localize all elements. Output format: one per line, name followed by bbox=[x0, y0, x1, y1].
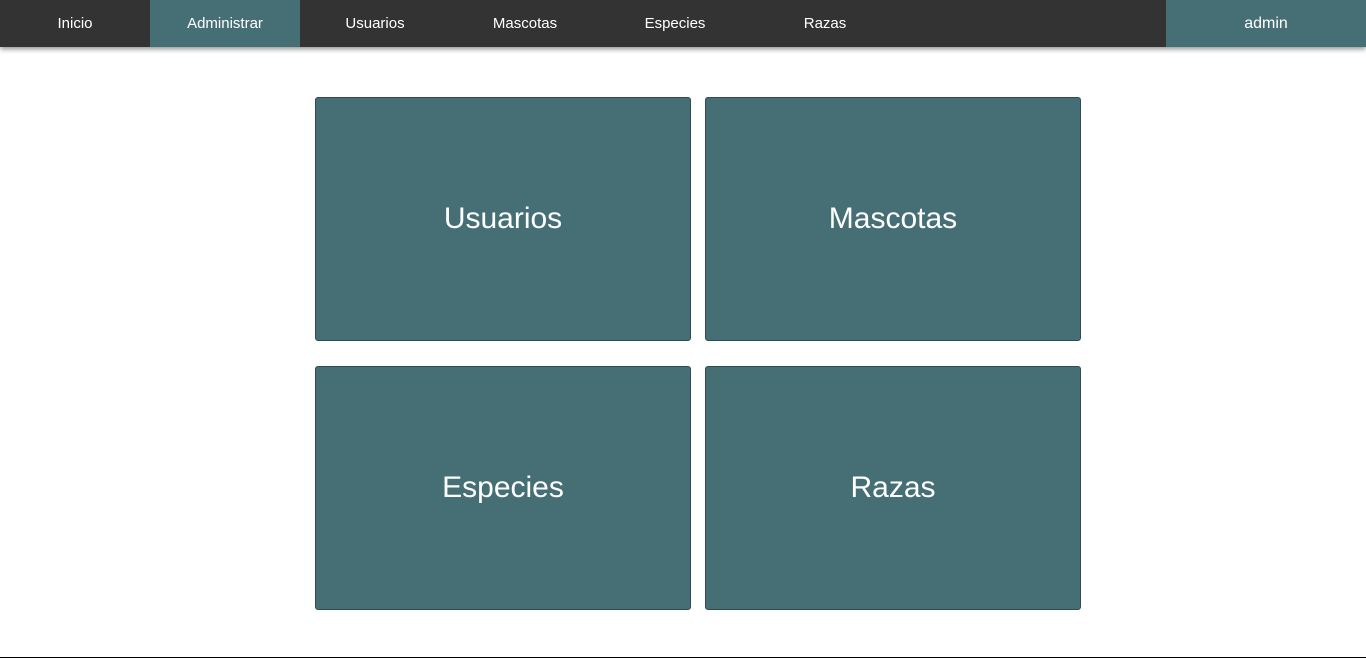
top-navbar: Inicio Administrar Usuarios Mascotas Esp… bbox=[0, 0, 1366, 47]
card-especies[interactable]: Especies bbox=[315, 366, 691, 610]
nav-menu: Inicio Administrar Usuarios Mascotas Esp… bbox=[0, 0, 900, 47]
page: Inicio Administrar Usuarios Mascotas Esp… bbox=[0, 0, 1366, 658]
nav-item-usuarios[interactable]: Usuarios bbox=[300, 0, 450, 47]
nav-item-razas[interactable]: Razas bbox=[750, 0, 900, 47]
nav-item-inicio[interactable]: Inicio bbox=[0, 0, 150, 47]
card-razas[interactable]: Razas bbox=[705, 366, 1081, 610]
card-usuarios[interactable]: Usuarios bbox=[315, 97, 691, 341]
nav-item-especies[interactable]: Especies bbox=[600, 0, 750, 47]
card-mascotas[interactable]: Mascotas bbox=[705, 97, 1081, 341]
nav-item-mascotas[interactable]: Mascotas bbox=[450, 0, 600, 47]
nav-item-administrar[interactable]: Administrar bbox=[150, 0, 300, 47]
user-menu-admin[interactable]: admin bbox=[1166, 0, 1366, 47]
admin-card-grid: Usuarios Mascotas Especies Razas bbox=[315, 97, 1081, 610]
